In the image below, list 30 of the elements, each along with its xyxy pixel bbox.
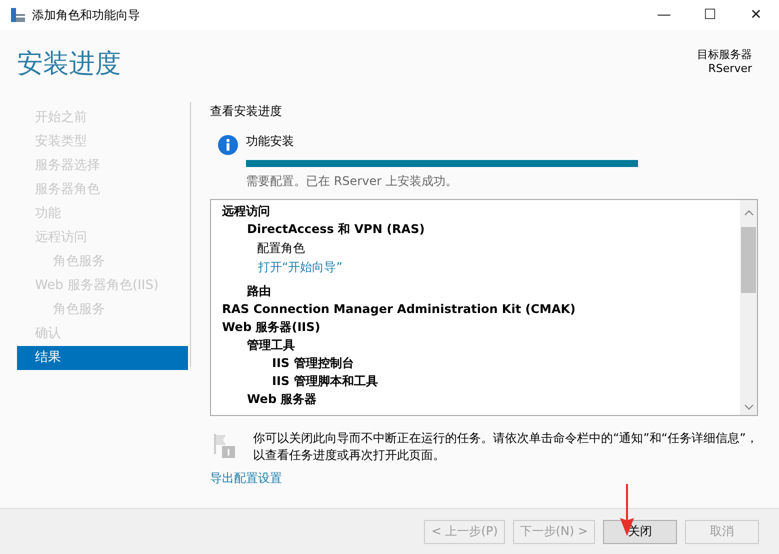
- scrollbar-thumb[interactable]: [741, 227, 756, 293]
- close-button[interactable]: 关闭: [603, 520, 677, 544]
- result-item: 路由: [247, 283, 271, 300]
- status-message: 需要配置。已在 RServer 上安装成功。: [246, 173, 458, 190]
- maximize-button[interactable]: ☐: [687, 0, 733, 30]
- target-server-name: RServer: [708, 62, 752, 76]
- result-item: 管理工具: [247, 337, 295, 354]
- minimize-button[interactable]: —: [641, 0, 687, 30]
- export-settings-link[interactable]: 导出配置设置: [210, 470, 282, 487]
- result-item: Web 服务器(IIS): [222, 319, 320, 336]
- nav-item[interactable]: 结果: [17, 346, 188, 370]
- close-button[interactable]: ✕: [733, 0, 779, 30]
- section-heading: 查看安装进度: [210, 103, 283, 120]
- result-item: IIS 管理脚本和工具: [272, 373, 378, 390]
- scroll-down-icon[interactable]: [744, 404, 754, 410]
- wizard-link[interactable]: 打开“开始向导”: [258, 259, 342, 276]
- result-item: DirectAccess 和 VPN (RAS): [247, 221, 425, 238]
- info-message: 你可以关闭此向导而不中断正在运行的任务。请依次单击命令栏中的“通知”和“任务详细信息”，以查看任务进度或再次打开此页面。: [253, 430, 758, 464]
- result-item: IIS 管理控制台: [272, 355, 354, 372]
- wizard-app-icon: [10, 7, 26, 23]
- info-icon: [218, 135, 238, 155]
- result-item: Web 服务器: [247, 391, 317, 408]
- result-item: 远程访问: [222, 203, 270, 220]
- target-server-label: 目标服务器: [697, 48, 752, 62]
- flag-icon: [213, 434, 235, 458]
- result-item: 配置角色: [257, 240, 305, 257]
- window-title: 添加角色和功能向导: [32, 6, 140, 24]
- result-item: RAS Connection Manager Administration Kit (CMAK): [222, 301, 576, 318]
- status-title: 功能安装: [246, 133, 295, 150]
- page-title: 安装进度: [17, 48, 121, 81]
